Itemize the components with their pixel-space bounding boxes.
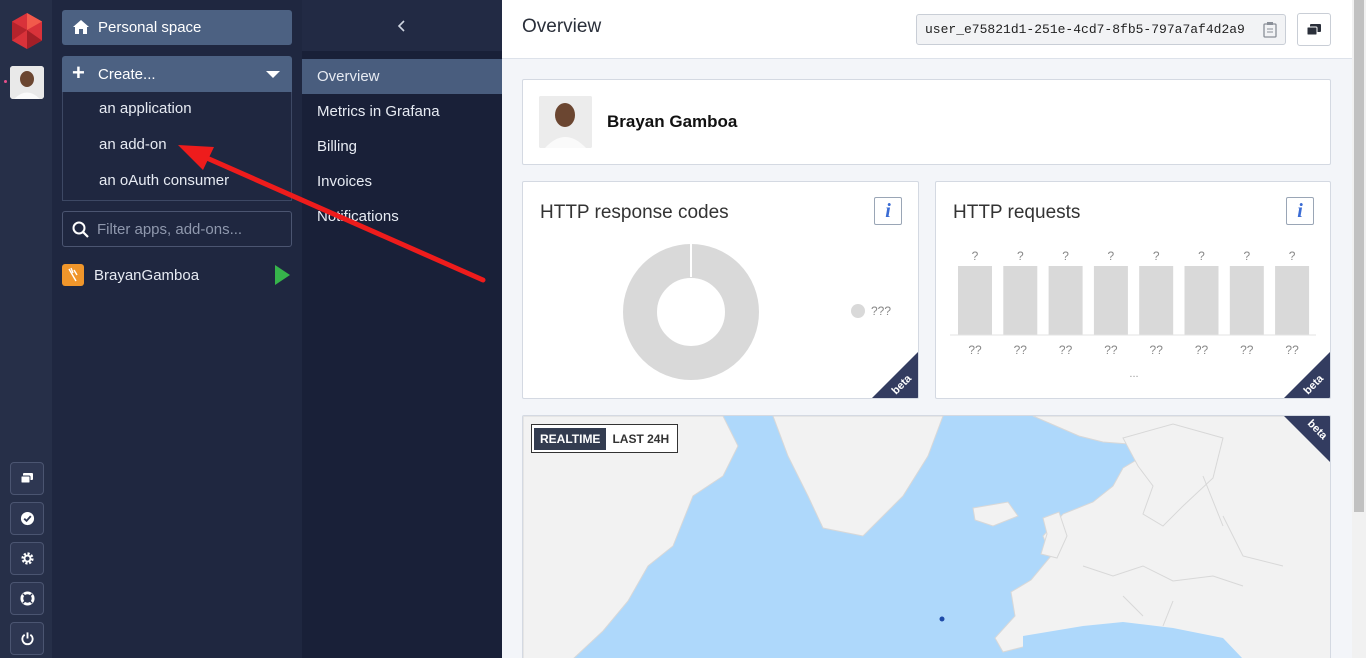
requests-bar-chart: ????????????????????????... (950, 249, 1316, 380)
create-oauth-consumer-item[interactable]: an oAuth consumer (63, 164, 291, 200)
nav-billing[interactable]: Billing (302, 129, 502, 164)
plus-icon: + (72, 60, 85, 85)
request-bar (1048, 266, 1083, 335)
bar-value-label: ? (1289, 249, 1296, 263)
http-codes-title: HTTP response codes (540, 202, 729, 223)
request-bar (1139, 266, 1174, 335)
x-tick-label: ?? (968, 343, 982, 357)
chevron-left-icon (397, 19, 405, 32)
header: Overview user_e75821d1-251e-4cd7-8fb5-79… (502, 0, 1352, 59)
chart-legend: ??? (851, 304, 891, 318)
info-icon: i (1297, 199, 1303, 222)
realtime-toggle[interactable]: REALTIME (534, 427, 607, 450)
chat-icon (1306, 23, 1321, 35)
page-scrollbar[interactable] (1352, 0, 1366, 658)
running-play-icon (275, 265, 290, 285)
filter-input[interactable] (97, 214, 287, 244)
bar-value-label: ? (1108, 249, 1115, 263)
request-bar (1229, 266, 1264, 335)
search-icon (72, 221, 89, 238)
x-tick-label: ?? (1104, 343, 1118, 357)
world-map[interactable]: REALTIME LAST 24H beta (522, 415, 1331, 658)
x-tick-label: ?? (1059, 343, 1073, 357)
http-requests-card: HTTP requests i ????????????????????????… (935, 181, 1331, 399)
create-application-item[interactable]: an application (63, 92, 291, 128)
chat-button[interactable] (1297, 13, 1331, 46)
legend-swatch (851, 304, 865, 318)
info-button[interactable]: i (1286, 197, 1314, 225)
request-bar (1093, 266, 1128, 335)
filter-box (62, 211, 292, 247)
nav-notifications[interactable]: Notifications (302, 199, 502, 234)
home-icon (73, 20, 89, 34)
create-dropdown-button[interactable]: + Create... (62, 56, 292, 92)
x-tick-label: ?? (1014, 343, 1028, 357)
bar-value-label: ? (1198, 249, 1205, 263)
chart-footer-label: ... (1129, 368, 1138, 380)
page-title: Overview (522, 16, 602, 37)
x-tick-label: ?? (1150, 343, 1164, 357)
user-id-field[interactable]: user_e75821d1-251e-4cd7-8fb5-797a7af4d2a… (916, 14, 1286, 45)
scrollbar-thumb[interactable] (1354, 0, 1364, 512)
nav-panel: Overview Metrics in Grafana Billing Invo… (302, 0, 502, 658)
legend-label: ??? (871, 304, 892, 318)
http-response-codes-card: HTTP response codes i ??? beta (522, 181, 919, 399)
bar-value-label: ? (1062, 249, 1069, 263)
time-range-toggle: REALTIME LAST 24H (531, 424, 679, 453)
beta-badge: beta (1284, 352, 1330, 398)
donut-chart (623, 243, 759, 380)
info-button[interactable]: i (874, 197, 902, 225)
request-bar (1003, 266, 1038, 335)
personal-space-label: Personal space (98, 19, 202, 36)
profile-avatar (539, 96, 592, 148)
icon-rail (0, 0, 52, 658)
beta-badge: beta (1284, 416, 1330, 462)
main-content: Overview user_e75821d1-251e-4cd7-8fb5-79… (502, 0, 1352, 658)
nav-invoices[interactable]: Invoices (302, 164, 502, 199)
nav-metrics-grafana[interactable]: Metrics in Grafana (302, 94, 502, 129)
clipboard-icon[interactable] (1263, 21, 1277, 38)
check-circle-icon[interactable] (10, 502, 44, 535)
lifebuoy-icon[interactable] (10, 582, 44, 615)
nav-overview[interactable]: Overview (302, 59, 502, 94)
notification-dot (4, 80, 7, 83)
user-id-value: user_e75821d1-251e-4cd7-8fb5-797a7af4d2a… (925, 22, 1245, 37)
personal-space-button[interactable]: Personal space (62, 10, 292, 45)
chat-icon[interactable] (10, 462, 44, 495)
http-requests-title: HTTP requests (953, 202, 1081, 223)
app-icon (62, 264, 84, 286)
beta-badge: beta (872, 352, 918, 398)
bar-value-label: ? (1243, 249, 1250, 263)
create-menu: an application an add-on an oAuth consum… (62, 92, 292, 201)
user-avatar[interactable] (10, 66, 44, 99)
clever-cloud-logo-icon[interactable] (10, 12, 44, 50)
profile-card: Brayan Gamboa (522, 79, 1331, 165)
request-bar (958, 266, 992, 335)
bar-value-label: ? (1153, 249, 1160, 263)
request-bar (1184, 266, 1219, 335)
collapse-button[interactable] (302, 0, 502, 51)
create-addon-item[interactable]: an add-on (63, 128, 291, 164)
request-bar (1275, 266, 1310, 335)
power-icon[interactable] (10, 622, 44, 655)
app-name: BrayanGamboa (94, 266, 200, 284)
gear-icon[interactable] (10, 542, 44, 575)
create-label: Create... (98, 65, 156, 83)
caret-down-icon (266, 71, 280, 78)
x-tick-label: ?? (1195, 343, 1209, 357)
sidebar: Personal space + Create... an applicatio… (52, 0, 302, 658)
app-item-brayangamboa[interactable]: BrayanGamboa (62, 262, 292, 288)
x-tick-label: ?? (1240, 343, 1254, 357)
bar-value-label: ? (972, 249, 979, 263)
last-24h-toggle[interactable]: LAST 24H (606, 428, 675, 450)
profile-name: Brayan Gamboa (607, 112, 738, 131)
bar-value-label: ? (1017, 249, 1024, 263)
location-marker (939, 616, 945, 622)
info-icon: i (885, 199, 891, 222)
